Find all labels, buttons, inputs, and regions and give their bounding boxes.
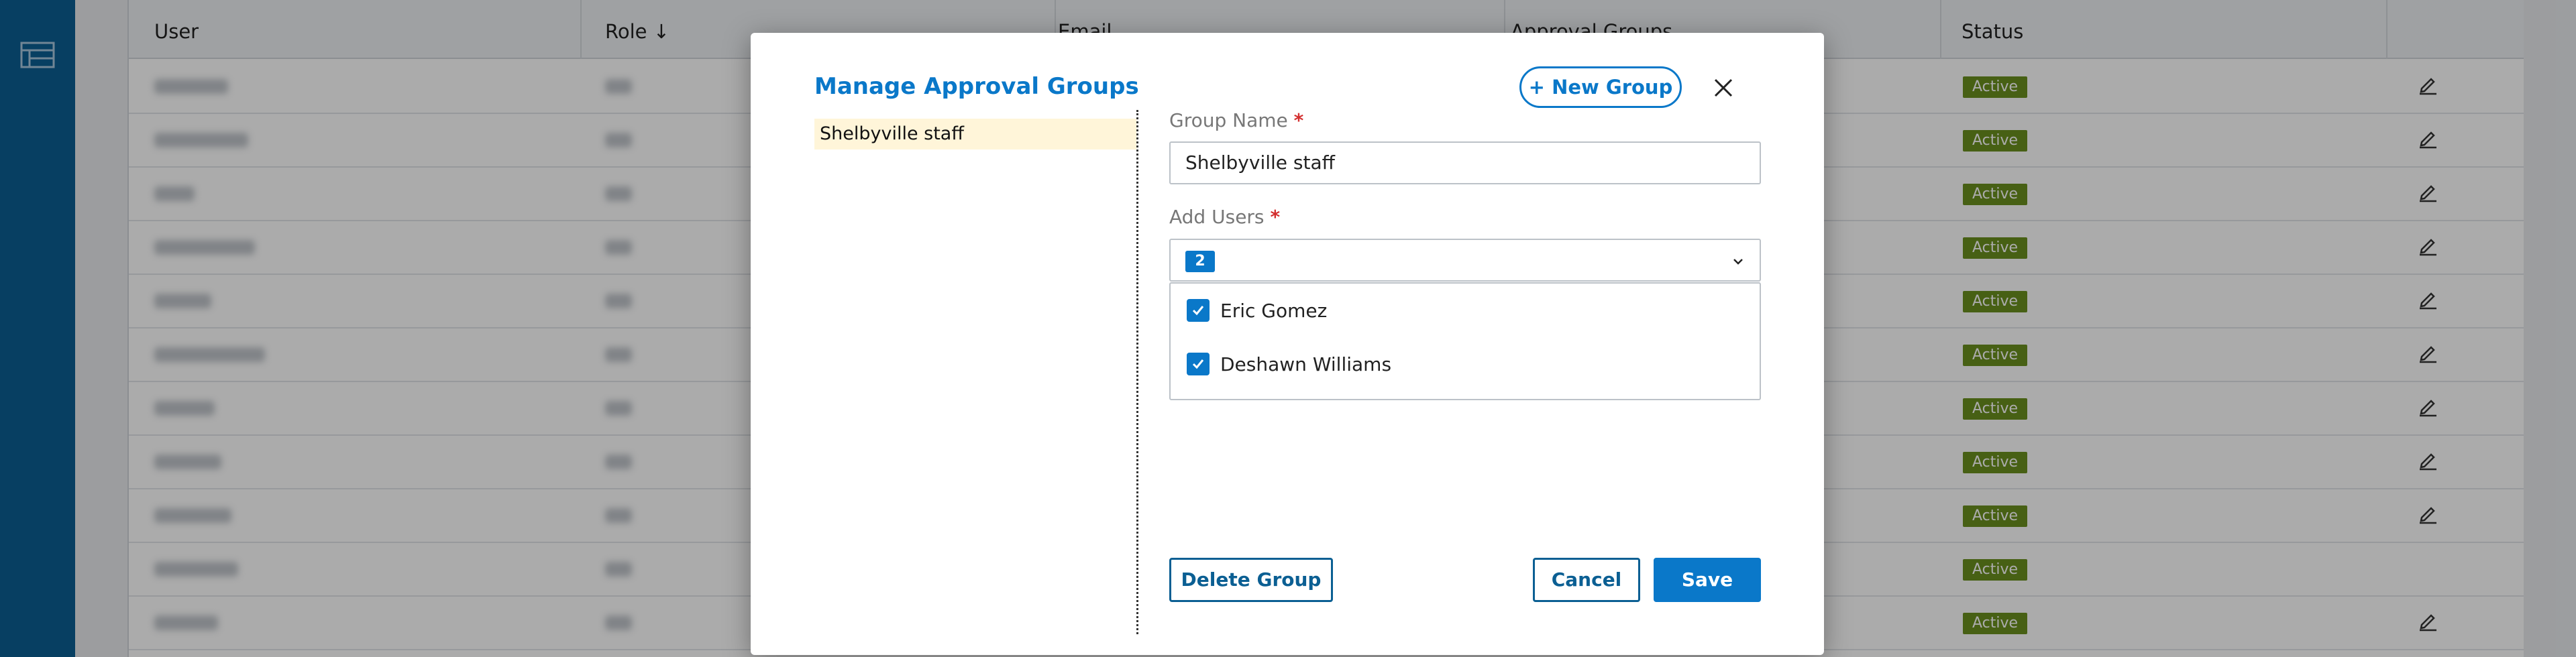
delete-group-button[interactable]: Delete Group: [1169, 558, 1333, 602]
group-name-input[interactable]: Shelbyville staff: [1169, 141, 1761, 184]
required-indicator: *: [1293, 109, 1304, 131]
cancel-button[interactable]: Cancel: [1533, 558, 1640, 602]
checkmark-icon: [1192, 306, 1204, 316]
group-list-item[interactable]: Shelbyville staff: [814, 119, 1136, 150]
users-dropdown-list: Eric Gomez Deshawn Williams: [1169, 282, 1761, 400]
chevron-down-icon[interactable]: [1731, 255, 1745, 268]
group-name-label: Group Name *: [1169, 109, 1304, 131]
user-option-label: Eric Gomez: [1220, 299, 1328, 322]
save-button[interactable]: Save: [1654, 558, 1761, 602]
add-users-label: Add Users *: [1169, 206, 1281, 228]
panel-divider: [1136, 110, 1138, 634]
new-group-button[interactable]: + New Group: [1519, 66, 1682, 108]
user-option-deshawn-williams[interactable]: Deshawn Williams: [1187, 351, 1391, 377]
manage-approval-groups-dialog: Manage Approval Groups + New Group Shelb…: [751, 33, 1824, 655]
checkmark-icon: [1192, 359, 1204, 369]
selected-count-badge: 2: [1185, 251, 1215, 272]
close-icon[interactable]: [1710, 74, 1737, 101]
checkbox[interactable]: [1187, 299, 1210, 322]
user-option-label: Deshawn Williams: [1220, 353, 1392, 375]
required-indicator: *: [1270, 206, 1281, 228]
user-option-eric-gomez[interactable]: Eric Gomez: [1187, 297, 1327, 324]
checkbox[interactable]: [1187, 353, 1210, 375]
add-users-select[interactable]: 2: [1169, 239, 1761, 282]
dialog-title: Manage Approval Groups: [814, 73, 1139, 100]
